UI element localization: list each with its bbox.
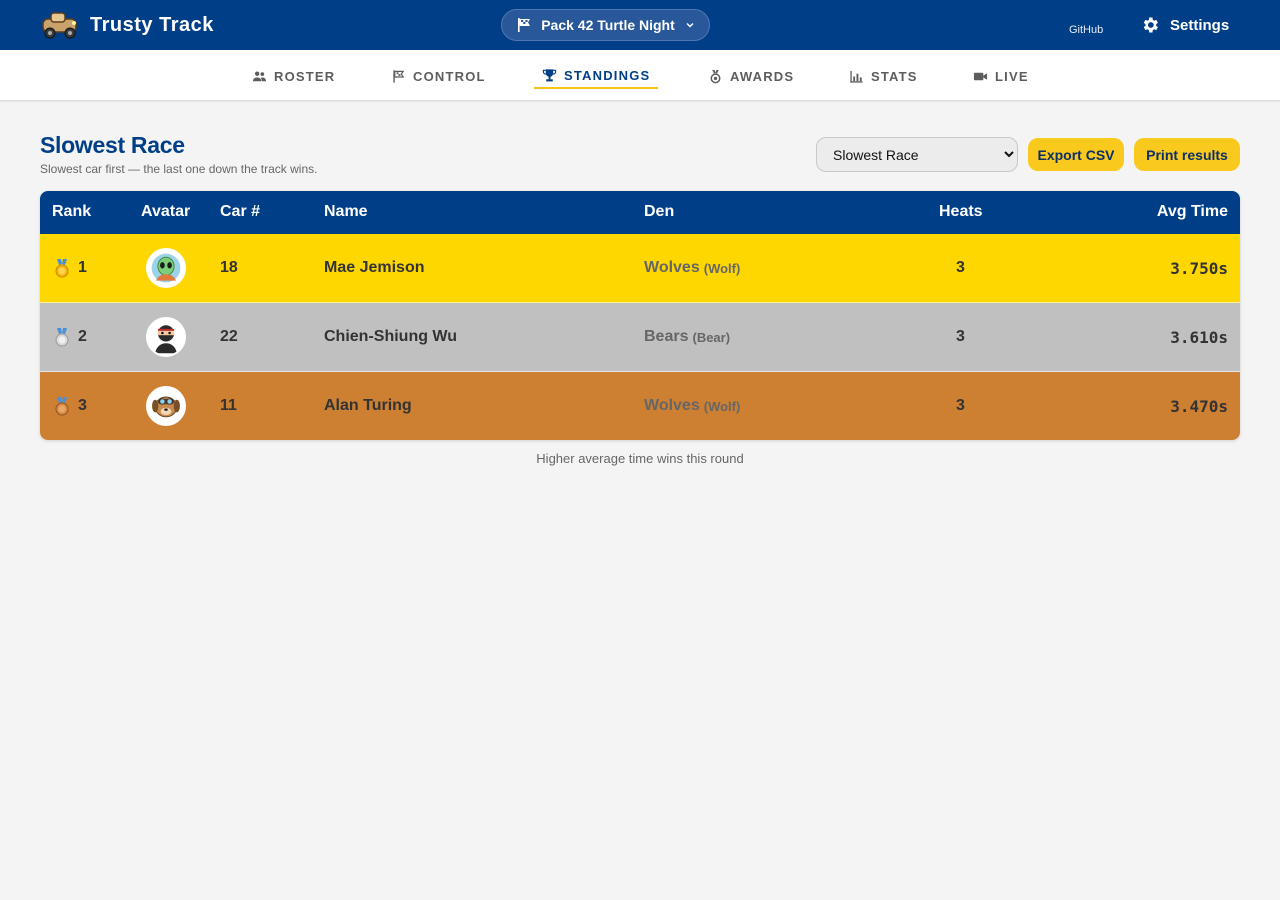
gear-icon [1143, 17, 1158, 33]
alien-avatar-icon [146, 248, 186, 288]
racer-name-cell: Chien-Shiung Wu [324, 328, 458, 345]
export-csv-button[interactable]: Export CSV [1028, 138, 1124, 171]
table-row[interactable]: 3 11 Alan Turing Wolves (Wolf) 3 3.470s [40, 372, 1240, 440]
tab-navigation: ROSTER CONTROL STANDINGS AWARDS STATS LI… [0, 50, 1280, 101]
page-title: Slowest Race [40, 132, 185, 158]
tab-label: ROSTER [274, 68, 336, 84]
page-subtitle: Slowest car first — the last one down th… [40, 162, 318, 176]
gold-medal-icon [55, 259, 69, 278]
tab-control[interactable]: CONTROL [383, 63, 494, 89]
bronze-medal-icon [55, 397, 69, 416]
tab-awards[interactable]: AWARDS [700, 63, 802, 89]
brand[interactable]: Trusty Track [40, 8, 214, 42]
den-name: Bears [644, 328, 689, 345]
heats-cell: 3 [956, 328, 965, 345]
den-rank: (Wolf) [703, 260, 741, 276]
tab-label: LIVE [995, 68, 1029, 84]
race-car-logo-icon [42, 12, 77, 39]
column-header-den[interactable]: Den [644, 203, 674, 221]
ninja-avatar-icon [146, 317, 186, 357]
racer-name-cell: Mae Jemison [324, 259, 425, 276]
rank-value: 2 [78, 328, 87, 345]
table-header: Rank Avatar Car # Name Den Heats Avg Tim… [40, 191, 1240, 234]
avatar-cell [146, 372, 186, 440]
tab-stats[interactable]: STATS [841, 63, 926, 89]
app-name: Trusty Track [90, 13, 214, 36]
table-row[interactable]: 1 18 Mae Jemison Wolves (Wolf) 3 3.750s [40, 234, 1240, 303]
tab-standings[interactable]: STANDINGS [534, 63, 659, 89]
tab-label: CONTROL [413, 68, 486, 84]
standings-table: Rank Avatar Car # Name Den Heats Avg Tim… [40, 191, 1240, 440]
column-header-avatar[interactable]: Avatar [141, 203, 190, 221]
tab-label: STATS [871, 68, 918, 84]
avg-time-cell: 3.610s [1170, 327, 1228, 347]
heats-cell: 3 [956, 397, 965, 414]
video-camera-icon [973, 72, 988, 80]
checkered-flag-icon [518, 18, 531, 32]
tab-label: AWARDS [730, 68, 795, 84]
column-header-rank[interactable]: Rank [52, 203, 91, 221]
tab-live[interactable]: LIVE [965, 63, 1037, 89]
race-type-select[interactable]: Slowest Race [816, 137, 1018, 172]
settings-button[interactable]: Settings [1140, 13, 1229, 37]
den-cell: Wolves (Wolf) [644, 372, 740, 440]
silver-medal-icon [55, 328, 69, 347]
chevron-down-icon [686, 23, 694, 28]
avatar-cell [146, 303, 186, 371]
people-icon [252, 71, 267, 81]
dog-aviator-avatar-icon [146, 386, 186, 426]
table-row[interactable]: 2 22 Chien-Shiung Wu Bears (Bear) 3 3.61… [40, 303, 1240, 372]
rank-value: 3 [78, 397, 87, 414]
avg-time-cell: 3.470s [1170, 396, 1228, 416]
den-cell: Bears (Bear) [644, 303, 730, 371]
github-link[interactable]: GitHub [1069, 24, 1103, 36]
den-name: Wolves [644, 397, 700, 414]
den-rank: (Bear) [692, 329, 731, 345]
rank-value: 1 [78, 259, 87, 276]
tab-roster[interactable]: ROSTER [244, 63, 343, 89]
event-selector[interactable]: Pack 42 Turtle Night [501, 9, 710, 41]
rank-cell: 3 [52, 372, 87, 440]
column-header-avg-time[interactable]: Avg Time [1157, 203, 1228, 221]
flag-icon [393, 69, 405, 83]
car-number-cell: 11 [220, 397, 237, 414]
car-number-cell: 22 [220, 328, 238, 345]
car-number-cell: 18 [220, 259, 238, 276]
avatar-cell [146, 234, 186, 302]
print-results-button[interactable]: Print results [1134, 138, 1240, 171]
medal-icon [710, 69, 721, 83]
den-cell: Wolves (Wolf) [644, 234, 740, 302]
avg-time-cell: 3.750s [1170, 258, 1228, 278]
standings-footnote: Higher average time wins this round [536, 451, 744, 466]
den-name: Wolves [644, 259, 700, 276]
rank-cell: 1 [52, 234, 87, 302]
rank-cell: 2 [52, 303, 87, 371]
column-header-car[interactable]: Car # [220, 203, 260, 221]
den-rank: (Wolf) [703, 398, 741, 414]
settings-label: Settings [1170, 16, 1230, 34]
heats-cell: 3 [956, 259, 965, 276]
bar-chart-icon [850, 70, 863, 83]
trophy-icon [542, 68, 557, 81]
tab-label: STANDINGS [564, 67, 651, 83]
event-name: Pack 42 Turtle Night [541, 17, 675, 33]
column-header-name[interactable]: Name [324, 203, 368, 221]
top-bar: Trusty Track Pack 42 Turtle Night GitHub… [0, 0, 1280, 50]
racer-name-cell: Alan Turing [324, 397, 412, 414]
column-header-heats[interactable]: Heats [939, 203, 983, 221]
